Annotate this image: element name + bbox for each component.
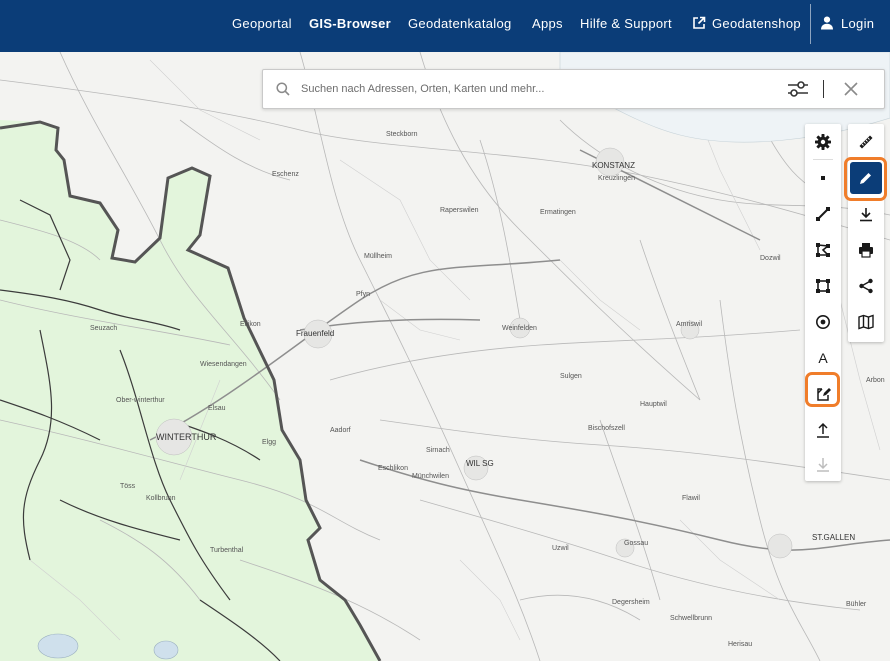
share-icon xyxy=(859,278,873,294)
draw-rectangle-button[interactable] xyxy=(805,268,841,304)
map-label-wil: WIL SG xyxy=(466,459,494,468)
nav-item-hilfe-support[interactable]: Hilfe & Support xyxy=(580,0,672,46)
map-label-weinfelden: Weinfelden xyxy=(502,325,537,332)
nav-item-gis-browser[interactable]: GIS-Browser xyxy=(309,0,391,46)
draw-text-button[interactable]: A xyxy=(805,340,841,376)
map-label-elgg: Elgg xyxy=(262,439,276,446)
draw-polygon-button[interactable] xyxy=(805,232,841,268)
gear-icon xyxy=(815,134,831,150)
draw-circle-button[interactable] xyxy=(805,304,841,340)
map-label-hauptwil: Hauptwil xyxy=(640,401,667,408)
user-icon xyxy=(821,16,833,30)
map-label-arbon: Arbon xyxy=(866,377,885,384)
point-icon xyxy=(821,176,825,180)
draw-settings-button[interactable] xyxy=(805,124,841,160)
upload-icon xyxy=(817,422,829,438)
filter-sliders-icon[interactable] xyxy=(787,80,809,98)
map-label-ellikon: Ellikon xyxy=(240,321,261,328)
map-label-schwellbrunn: Schwellbrunn xyxy=(670,615,712,622)
map-label-herisau: Herisau xyxy=(728,641,752,648)
basemap-button[interactable] xyxy=(848,304,884,340)
map-label-sirnach: Sirnach xyxy=(426,447,450,454)
map-label-sulgen: Sulgen xyxy=(560,373,582,380)
map-label-steckborn: Steckborn xyxy=(386,131,418,138)
nav-item-geodatenshop[interactable]: Geodatenshop xyxy=(692,0,801,46)
map-label-kollbrunn: Kollbrunn xyxy=(146,495,176,502)
map-label-ermatingen: Ermatingen xyxy=(540,209,576,216)
draw-tool-highlight xyxy=(844,157,887,201)
map-label-degersheim: Degersheim xyxy=(612,599,650,606)
close-icon[interactable] xyxy=(844,82,858,96)
text-icon: A xyxy=(818,350,828,366)
map-label-st-gallen: ST.GALLEN xyxy=(812,533,855,542)
login-button[interactable]: Login xyxy=(821,0,874,46)
map-label-eschlikon: Eschlikon xyxy=(378,465,408,472)
map-label-oberwinterthur: Ober-winterthur xyxy=(116,397,165,404)
rectangle-icon xyxy=(816,279,830,293)
map-label-winterthur: WINTERTHUR xyxy=(156,432,217,442)
map-label-amriswil: Amriswil xyxy=(676,321,702,328)
map-icon xyxy=(858,314,874,330)
map-label-wiesendangen: Wiesendangen xyxy=(200,361,247,368)
map-label-gossau: Gossau xyxy=(624,540,648,547)
map-canvas[interactable]: KONSTANZ Kreuzlingen Frauenfeld WINTERTH… xyxy=(0,52,890,661)
measure-button[interactable] xyxy=(848,124,884,160)
print-button[interactable] xyxy=(848,232,884,268)
search-icon xyxy=(276,82,290,96)
map-label-turbenthal: Turbenthal xyxy=(210,547,244,554)
export-drawing-button[interactable] xyxy=(805,446,841,482)
download-icon xyxy=(817,458,829,472)
draw-toolbar: A xyxy=(805,124,841,481)
map-label-muellheim: Müllheim xyxy=(364,253,392,260)
map-label-kreuzlingen: Kreuzlingen xyxy=(598,175,635,182)
map-label-muenchwilen: Münchwilen xyxy=(412,473,449,480)
map-label-bischofszell: Bischofszell xyxy=(588,425,625,432)
map-label-dozwil: Dozwil xyxy=(760,255,781,262)
nav-item-geodatenkatalog[interactable]: Geodatenkatalog xyxy=(408,0,512,46)
ruler-icon xyxy=(859,135,873,149)
top-navigation-bar: Geoportal GIS-Browser Geodatenkatalog Ap… xyxy=(0,0,890,52)
map-label-aadorf: Aadorf xyxy=(330,427,351,434)
map-label-uzwil: Uzwil xyxy=(552,545,569,552)
draw-point-button[interactable] xyxy=(805,160,841,196)
nav-item-apps[interactable]: Apps xyxy=(532,0,563,46)
nav-divider xyxy=(810,4,811,44)
map-label-elsau: Elsau xyxy=(208,405,226,412)
search-divider xyxy=(823,80,824,98)
map-label-eschenz: Eschenz xyxy=(272,171,299,178)
map-label-frauenfeld: Frauenfeld xyxy=(296,329,334,338)
draw-line-button[interactable] xyxy=(805,196,841,232)
download-data-button[interactable] xyxy=(848,196,884,232)
map-label-raperswilen: Raperswilen xyxy=(440,207,479,214)
polygon-icon xyxy=(816,243,831,257)
map-label-konstanz: KONSTANZ xyxy=(592,161,635,170)
map-label-seuzach: Seuzach xyxy=(90,325,117,332)
map-label-flawil: Flawil xyxy=(682,495,700,502)
share-button[interactable] xyxy=(848,268,884,304)
external-link-icon xyxy=(693,16,706,29)
map-label-pfyn: Pfyn xyxy=(356,291,370,298)
edit-tool-highlight xyxy=(805,372,840,407)
search-bar xyxy=(262,69,885,109)
download-icon xyxy=(860,208,872,222)
map-label-toess: Töss xyxy=(120,483,136,490)
nav-item-geoportal[interactable]: Geoportal xyxy=(232,0,292,46)
line-icon xyxy=(816,207,830,221)
search-input[interactable] xyxy=(301,70,771,108)
circle-icon xyxy=(816,315,830,329)
import-drawing-button[interactable] xyxy=(805,412,841,448)
map-label-buehler: Bühler xyxy=(846,601,867,608)
print-icon xyxy=(859,243,873,258)
